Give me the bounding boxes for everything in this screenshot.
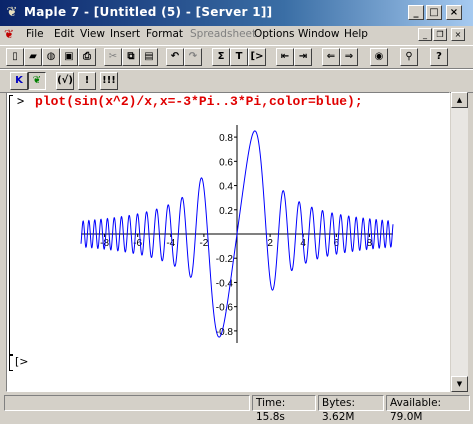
y-tick-label: -0.6 [216,303,234,314]
maple-leaf-icon: ❦ [6,5,18,20]
window-title: Maple 7 - [Untitled (5) - [Server 1]] [24,5,273,19]
mdi-close-button[interactable]: × [451,28,465,41]
stop-icon[interactable]: ◉ [370,48,388,66]
function-eval-button[interactable]: (√) [56,72,74,90]
scroll-up-icon[interactable]: ▲ [451,92,468,108]
paste-icon[interactable]: ▤ [140,48,158,66]
close-button[interactable]: × [446,5,462,20]
text-T-icon[interactable]: T [230,48,248,66]
y-tick-label: 0.2 [219,206,233,217]
maple-leaf-button[interactable]: ❦ [28,72,46,90]
x-tick-label: 2 [267,238,273,249]
menu-format[interactable]: Format [146,28,183,40]
menu-insert[interactable]: Insert [110,28,140,40]
document-system-icon[interactable]: ❦ [4,27,18,41]
minimize-button[interactable]: _ [408,5,424,20]
menu-file[interactable]: File [26,28,44,40]
worksheet[interactable]: > plot(sin(x^2)/x,x=-3*Pi..3*Pi,color=bl… [6,92,450,392]
outdent-icon[interactable]: ⇤ [276,48,294,66]
sigma-icon[interactable]: Σ [212,48,230,66]
vertical-scrollbar[interactable]: ▲ ▼ [451,92,468,392]
zoom-magnifier-icon[interactable]: ⚲ [400,48,418,66]
back-arrow-icon[interactable]: ⇐ [322,48,340,66]
copy-icon[interactable]: ⧉ [122,48,140,66]
input-prompt: > [17,94,25,108]
redo-icon[interactable]: ↷ [184,48,202,66]
y-tick-label: 0.4 [219,182,233,193]
title-bar[interactable]: ❦ Maple 7 - [Untitled (5) - [Server 1]] … [0,0,473,26]
scroll-down-icon[interactable]: ▼ [451,376,468,392]
exec-button[interactable]: ! [78,72,96,90]
maximize-button[interactable]: □ [426,5,442,20]
cut-icon[interactable]: ✂ [104,48,122,66]
context-toolbar: K ❦ (√) ! !!! [0,69,473,93]
menu-edit[interactable]: Edit [54,28,74,40]
plot-output[interactable]: -8 -6 -4 -2 2 4 6 80.80.60.40.2-0.2-0.4-0.6-0.8 [77,115,397,353]
y-tick-label: 0.8 [219,133,233,144]
print-icon[interactable]: ⎙ [78,48,96,66]
open-folder-icon[interactable]: ▰ [24,48,42,66]
save-icon[interactable]: ▣ [60,48,78,66]
main-toolbar: ▯ ▰ ◍ ▣ ⎙ ✂ ⧉ ▤ ↶ ↷ Σ T [> ⇤ ⇥ ⇐ ⇒ ◉ ⚲ ? [0,45,473,69]
k-math-button[interactable]: K [10,72,28,90]
menu-window[interactable]: Window [298,28,339,40]
menu-bar: ❦ File Edit View Insert Format Spreadshe… [0,26,473,44]
x-tick-label: -2 [199,238,208,249]
menu-view[interactable]: View [80,28,105,40]
undo-icon[interactable]: ↶ [166,48,184,66]
menu-help[interactable]: Help [344,28,368,40]
execution-group-bracket-2[interactable] [9,355,13,371]
status-bar: Time: 15.8s Bytes: 3.62M Available: 79.0… [0,393,473,423]
y-tick-label: 0.6 [219,157,233,168]
status-time: Time: 15.8s [252,395,316,423]
mdi-minimize-button[interactable]: _ [418,28,432,41]
execution-group-icon[interactable]: [> [248,48,266,66]
status-message [4,395,250,411]
help-icon[interactable]: ? [430,48,448,66]
open-url-icon[interactable]: ◍ [42,48,60,66]
indent-icon[interactable]: ⇥ [294,48,312,66]
empty-prompt[interactable]: [> [15,355,29,368]
new-file-icon[interactable]: ▯ [6,48,24,66]
menu-spreadsheet[interactable]: Spreadsheet [190,28,256,40]
y-tick-label: -0.2 [216,254,234,265]
maple-command-input[interactable]: plot(sin(x^2)/x,x=-3*Pi..3*Pi,color=blue… [35,94,363,109]
forward-arrow-icon[interactable]: ⇒ [340,48,358,66]
menu-options[interactable]: Options [254,28,295,40]
mdi-restore-button[interactable]: ❐ [433,28,447,41]
exec-all-button[interactable]: !!! [100,72,118,90]
status-available: Available: 79.0M [386,395,470,423]
execution-group-bracket[interactable] [9,95,13,355]
x-tick-label: -4 [166,238,175,249]
status-bytes: Bytes: 3.62M [318,395,384,423]
